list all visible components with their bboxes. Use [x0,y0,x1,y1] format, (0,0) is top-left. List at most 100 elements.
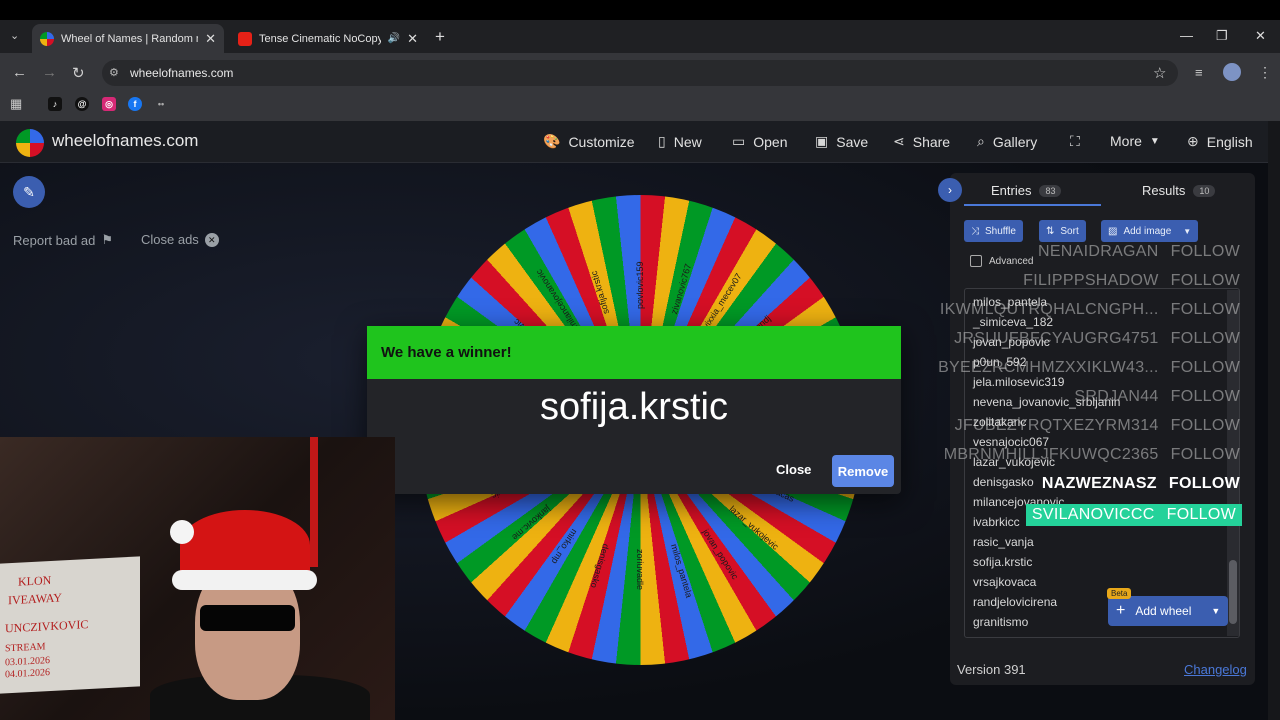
report-bad-ad-link[interactable]: Report bad ad ⚑ [13,232,113,248]
wheel-segment-label: mirko_mp [549,527,580,566]
caret-down-icon[interactable]: ▼ [1211,606,1220,616]
tab-youtube[interactable]: Tense Cinematic NoCopyrig 🔊 ✕ [230,24,426,53]
tab-wheel-of-names[interactable]: Wheel of Names | Random nam ✕ [32,24,224,53]
wheel-segment-label: jankovic.me [510,503,553,543]
hat-rim [172,570,317,590]
menu-open[interactable]: ▭ Open [732,133,787,150]
shuffle-icon: ⤨ [971,225,979,237]
add-image-label: Add image [1123,225,1172,237]
caret-down-icon: ▼ [1149,135,1160,147]
advanced-checkbox[interactable] [970,255,982,267]
site-logo[interactable]: wheelofnames.com [52,131,198,151]
tab-label: Results [1142,183,1186,198]
board-scribble: IVEAWAY [8,590,62,608]
collapse-panel-button[interactable]: › [938,178,962,202]
close-icon[interactable]: ✕ [205,31,216,47]
tab-title: Wheel of Names | Random nam [61,32,198,45]
media-control-icon[interactable]: ≡ [1195,65,1203,80]
top-strip [0,0,1280,20]
tab-search-icon[interactable]: ⌄ [10,29,19,42]
menu-label: Customize [568,133,635,150]
entry-line: denisgasko [973,475,1034,489]
tab-results[interactable]: Results 10 [1142,183,1216,198]
speaker-icon[interactable]: 🔊 [388,33,400,44]
menu-share[interactable]: ⋖ Share [893,133,950,150]
maximize-icon[interactable]: ❐ [1216,28,1228,44]
edit-button[interactable]: ✎ [13,176,45,208]
facebook-icon[interactable]: f [128,97,142,111]
menu-language[interactable]: ⊕ English [1187,133,1253,150]
dialog-title: We have a winner! [367,326,901,379]
winner-name: sofija.krstic [540,386,728,428]
follow-label: FOLLOW [1170,417,1240,434]
menu-gallery[interactable]: ⌕ Gallery [977,133,1037,150]
close-button[interactable]: Close [776,462,811,477]
shuffle-label: Shuffle [985,225,1016,237]
red-light [310,437,318,567]
follow-label: FOLLOW [1170,330,1240,347]
board-scribble: KLON [18,572,52,589]
youtube-favicon-icon [238,31,252,46]
follower-name: NENAIDRAGAN [1037,243,1159,260]
follower-row: FILIPPPSHADOW FOLLOW [1023,272,1240,290]
new-tab-button[interactable]: + [435,27,445,47]
plus-icon: + [1116,602,1126,619]
follower-row: NAZWEZNASZ FOLLOW [1042,475,1240,493]
active-tab-indicator [964,204,1101,206]
pencil-icon: ✎ [23,183,35,200]
close-icon[interactable]: ✕ [407,31,418,47]
menu-label: Gallery [992,133,1038,150]
tab-entries[interactable]: Entries 83 [991,183,1062,198]
version-text: Version 391 [957,662,1026,677]
follow-label: FOLLOW [1168,475,1240,492]
board-scribble: STREAM [5,641,46,655]
follow-label: FOLLOW [1170,388,1240,405]
logo-icon[interactable] [16,129,44,157]
follower-name: NAZWEZNASZ [1041,475,1157,492]
board-scribble: UNCZIVKOVIC [5,617,89,636]
minimize-icon[interactable]: — [1180,28,1193,43]
entry-line: sofija.krstic [973,555,1033,569]
browser-menu-icon[interactable]: ⋮ [1258,64,1272,81]
follower-name: BYEEZRCMHMZXXIKLW43... [938,359,1159,376]
wheel-segment-label: povlovic159 [635,261,645,309]
page-scrollbar[interactable] [1268,121,1280,720]
entries-scroll-thumb[interactable] [1229,560,1237,624]
site-info-icon[interactable]: ⚙ [109,66,119,79]
menu-new[interactable]: ▯ New [658,133,702,150]
bookmark-icon[interactable]: •• [154,97,168,111]
profile-avatar[interactable] [1223,63,1241,81]
menu-label: English [1206,133,1253,150]
reload-icon[interactable]: ↻ [72,64,85,82]
bookmark-star-icon[interactable]: ☆ [1153,64,1166,82]
window-close-icon[interactable]: ✕ [1255,28,1266,44]
forward-icon[interactable]: → [42,64,57,81]
add-wheel-button[interactable]: + Add wheel ▼ [1108,596,1228,626]
menu-save[interactable]: ▣ Save [815,133,868,150]
flag-icon: ⚑ [101,232,114,247]
follower-name: SRDJAN44 [1074,388,1159,405]
add-image-button[interactable]: ▨ Add image ▼ [1101,220,1199,242]
tab-title: Tense Cinematic NoCopyrig [259,32,381,45]
shuffle-button[interactable]: ⤨ Shuffle [964,220,1023,242]
back-icon[interactable]: ← [12,64,27,81]
menu-more[interactable]: More ▼ [1110,133,1160,149]
sunglasses [200,605,295,631]
menu-customize[interactable]: 🎨 Customize [543,133,635,150]
add-wheel-label: Add wheel [1135,604,1192,618]
follow-label: FOLLOW [1170,272,1240,289]
menu-label: Open [753,133,788,150]
instagram-icon[interactable]: ◎ [102,97,116,111]
entry-line: ivabrkicc [973,515,1020,529]
tiktok-icon[interactable]: ♪ [48,97,62,111]
sort-button[interactable]: ⇅ Sort [1039,220,1086,242]
fullscreen-button[interactable]: ⛶ [1070,133,1080,150]
url-input[interactable]: wheelofnames.com [102,60,1178,86]
remove-button[interactable]: Remove [832,455,894,487]
apps-grid-icon[interactable]: ▦ [10,96,22,112]
threads-icon[interactable]: @ [75,97,89,111]
close-ads-label: Close ads [141,232,199,247]
changelog-link[interactable]: Changelog [1184,662,1247,677]
palette-icon: 🎨 [543,133,561,149]
close-ads-link[interactable]: Close ads ✕ [141,232,219,247]
